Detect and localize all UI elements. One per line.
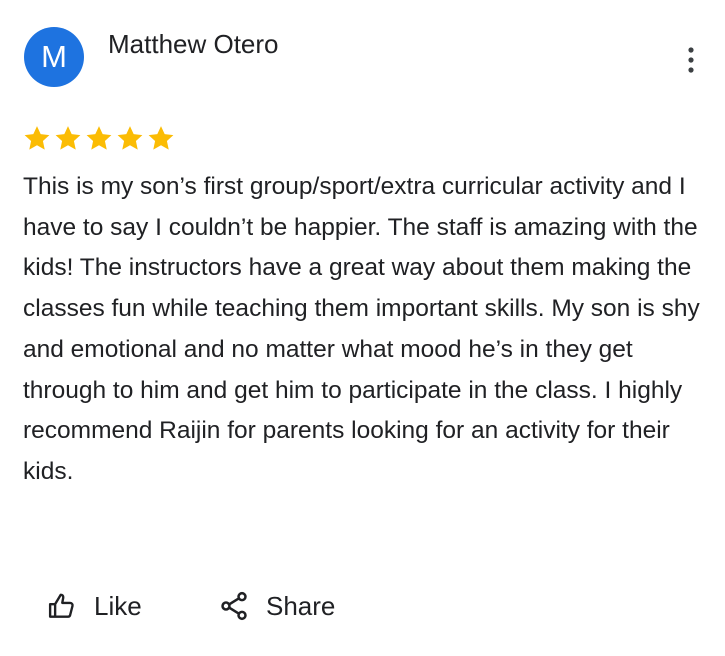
author-name[interactable]: Matthew Otero — [108, 28, 279, 60]
star-icon — [117, 126, 143, 150]
review-actions: Like Share — [0, 580, 725, 632]
review-text: This is my son’s first group/sport/extra… — [23, 173, 700, 485]
star-icon — [24, 126, 50, 150]
star-icon — [148, 126, 174, 150]
star-rating — [22, 124, 176, 153]
more-options-button[interactable] — [674, 40, 708, 80]
avatar-initial: M — [41, 39, 67, 74]
share-button[interactable]: Share — [218, 580, 335, 632]
thumb-up-icon — [46, 591, 78, 621]
more-vert-icon — [688, 47, 694, 73]
star-icon — [55, 126, 81, 150]
review-card: M Matthew Otero This is my son’s first g… — [0, 0, 725, 656]
like-label: Like — [94, 590, 142, 621]
share-label: Share — [266, 590, 336, 621]
avatar[interactable]: M — [24, 27, 84, 87]
share-icon — [218, 590, 250, 622]
like-button[interactable]: Like — [46, 580, 142, 632]
star-icon — [86, 126, 112, 150]
